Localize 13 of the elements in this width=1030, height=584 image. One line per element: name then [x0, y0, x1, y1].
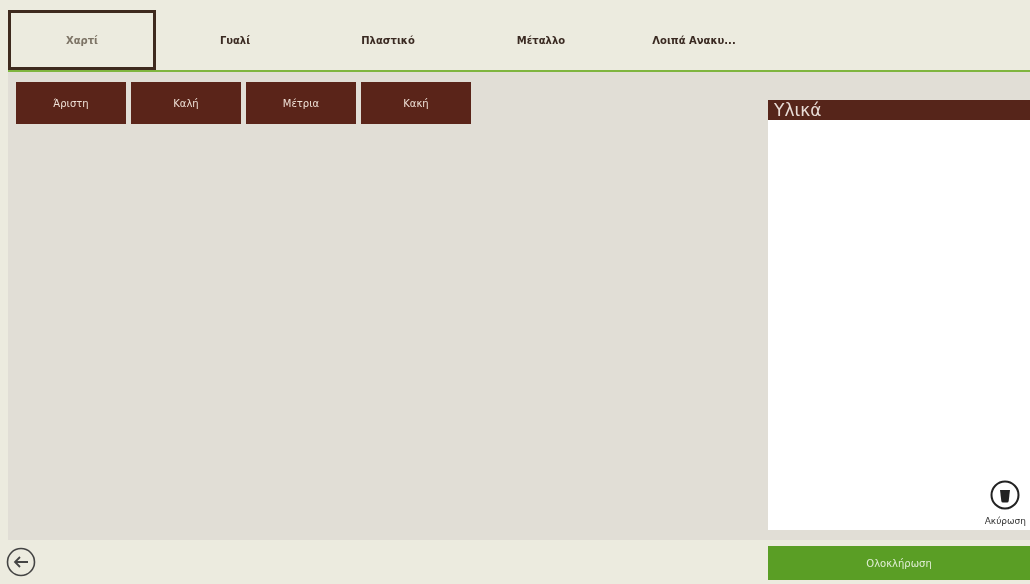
category-tab[interactable]: Πλαστικό — [314, 10, 462, 70]
quality-button[interactable]: Καλή — [131, 82, 241, 124]
quality-button[interactable]: Άριστη — [16, 82, 126, 124]
trash-icon — [990, 480, 1021, 510]
panel-title: Υλικά — [768, 100, 1030, 120]
cancel-button[interactable]: Ακύρωση — [984, 480, 1026, 526]
category-tab[interactable]: Λοιπά Ανακυ... — [620, 10, 768, 70]
category-tab[interactable]: Γυαλί — [161, 10, 309, 70]
category-tab[interactable]: Χαρτί — [8, 10, 156, 70]
quality-button[interactable]: Μέτρια — [246, 82, 356, 124]
back-button[interactable] — [6, 547, 36, 577]
category-tab[interactable]: Μέταλλο — [467, 10, 615, 70]
quality-button[interactable]: Κακή — [361, 82, 471, 124]
